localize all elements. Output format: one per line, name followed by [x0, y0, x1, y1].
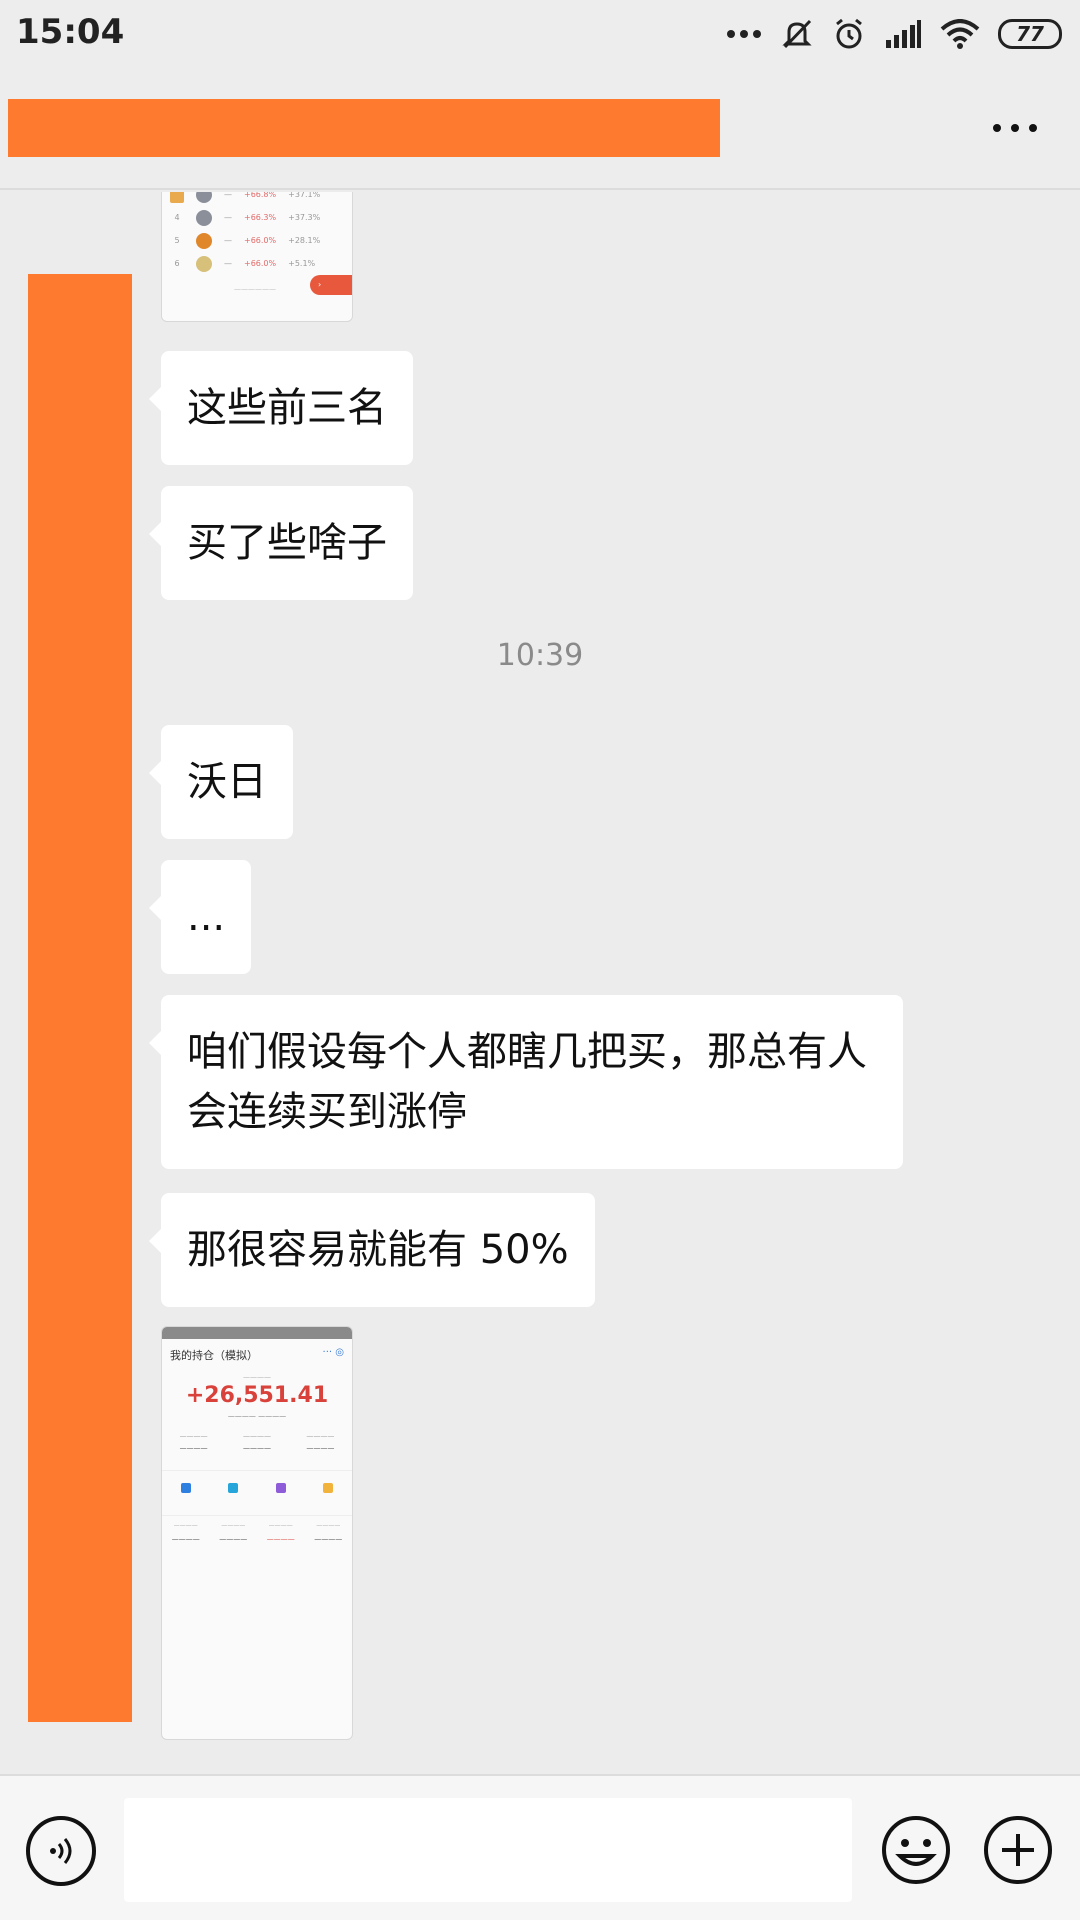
- message-text: 买了些啥子: [187, 520, 387, 566]
- message-bubble[interactable]: 沃日: [149, 725, 293, 839]
- alarm-icon: [836, 18, 862, 49]
- mini-table-row: ———— ———— ———— ————: [171, 1535, 343, 1543]
- more-dot: [1011, 124, 1019, 132]
- chat-area[interactable]: — +66.8% +37.1% 4— +66.3% +37.3% 5— +66.0% +28…: [0, 192, 1080, 1774]
- message-text: 这些前三名: [187, 385, 387, 431]
- message-text: 那很容易就能有 50%: [187, 1227, 569, 1273]
- leaderboard-footer: —————— ›: [162, 275, 352, 297]
- status-bar: 15:04 77: [0, 0, 1080, 68]
- mini-status-bar: [162, 1327, 352, 1339]
- mini-columns: ———— ———— ————: [179, 1432, 335, 1440]
- timestamp: 10:39: [496, 638, 584, 673]
- leaderboard-row: 6— +66.0% +5.1%: [162, 252, 352, 275]
- mute-bell-icon: [782, 19, 812, 49]
- more-icon[interactable]: [986, 110, 1044, 146]
- status-time: 15:04: [16, 12, 125, 52]
- mini-title: 我的持仓（模拟）: [170, 1349, 258, 1362]
- leaderboard-row: — +66.8% +37.1%: [162, 192, 352, 206]
- emoji-icon[interactable]: [880, 1814, 952, 1886]
- leaderboard-pill: ›: [310, 275, 352, 295]
- redacted-chat-title: [8, 99, 720, 157]
- image-message-leaderboard[interactable]: — +66.8% +37.1% 4— +66.3% +37.3% 5— +66.0% +28…: [161, 192, 353, 322]
- status-icons: 77: [726, 12, 1062, 56]
- mini-action-icons: [162, 1470, 352, 1493]
- signal-icon: [886, 20, 921, 48]
- message-text: 咱们假设每个人都瞎几把买，那总有人会连续买到涨停: [187, 1029, 867, 1135]
- redacted-avatar-column: [28, 274, 132, 1722]
- more-notifications-icon: [727, 30, 761, 38]
- mini-subtitle: ————: [243, 1373, 271, 1381]
- message-input[interactable]: [124, 1798, 852, 1902]
- message-bubble[interactable]: 咱们假设每个人都瞎几把买，那总有人会连续买到涨停: [149, 995, 903, 1169]
- wifi-icon: [940, 19, 980, 49]
- message-bubble[interactable]: 买了些啥子: [149, 486, 413, 600]
- mini-header: 我的持仓（模拟） ··· ◎: [162, 1339, 352, 1363]
- plus-icon[interactable]: [982, 1814, 1054, 1886]
- title-bar: [0, 68, 1080, 190]
- input-bar: [0, 1774, 1080, 1920]
- mini-table-head: ———— ———— ———— ————: [162, 1515, 352, 1529]
- more-dot: [993, 124, 1001, 132]
- image-message-portfolio[interactable]: 我的持仓（模拟） ··· ◎ ———— +26,551.41 ———— ————…: [161, 1326, 353, 1740]
- message-bubble[interactable]: ...: [148, 860, 252, 974]
- message-bubble[interactable]: 这些前三名: [149, 351, 413, 465]
- mini-small-line: ———— ————: [227, 1412, 287, 1420]
- leaderboard-row: 5— +66.0% +28.1%: [162, 229, 352, 252]
- leaderboard-row: 4— +66.3% +37.3%: [162, 206, 352, 229]
- message-text: 沃日: [187, 759, 267, 805]
- mini-header-icons: ··· ◎: [322, 1347, 344, 1358]
- voice-icon[interactable]: [26, 1816, 96, 1886]
- message-bubble[interactable]: 那很容易就能有 50%: [149, 1193, 595, 1307]
- battery-icon: 77: [998, 19, 1062, 49]
- mini-values: ———— ———— ————: [179, 1444, 335, 1452]
- mini-amount: +26,551.41: [185, 1383, 329, 1408]
- message-text: ...: [187, 894, 226, 940]
- more-dot: [1029, 124, 1037, 132]
